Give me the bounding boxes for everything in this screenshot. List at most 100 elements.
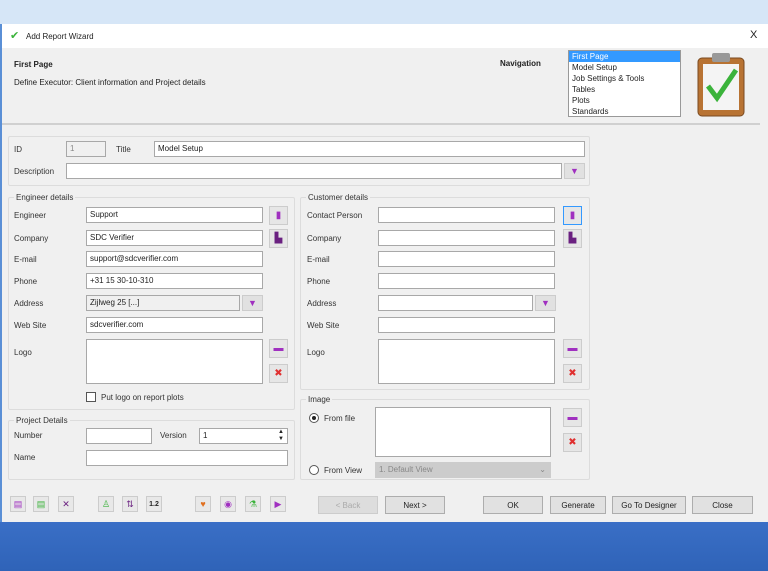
customer-logo-box [378,339,555,384]
nav-item-first-page[interactable]: First Page [569,51,680,62]
description-dropdown-button[interactable]: ▼ [564,163,585,179]
from-file-radio[interactable] [309,413,319,423]
building-icon: ▙ [568,233,577,244]
folder-open-icon: ▬ [567,343,578,354]
select-customer-company-button[interactable]: ▙ [563,229,582,248]
navigation-list[interactable]: First Page Model Setup Job Settings & To… [568,50,681,117]
chevron-down-icon: ▼ [570,166,579,176]
numbering-tool[interactable]: 1.2 [146,496,162,512]
navigation-label: Navigation [500,59,541,68]
put-logo-checkbox[interactable] [86,392,96,402]
title-bar: ✔ Add Report Wizard X [2,24,768,48]
tools-tool[interactable]: ✕ [58,496,74,512]
engineer-email-label: E-mail [14,255,37,264]
view-select-value: 1. Default View [379,465,433,474]
new-report-tool[interactable]: ▤ [10,496,26,512]
user-tool[interactable]: ♙ [98,496,114,512]
back-button[interactable]: < Back [318,496,378,514]
engineer-logo-label: Logo [14,348,32,357]
select-company-button[interactable]: ▙ [269,229,288,248]
close-window-button[interactable]: X [750,29,757,41]
engineer-label: Engineer [14,211,47,220]
window-title: Add Report Wizard [26,32,94,41]
eye-icon: ◉ [224,498,232,509]
go-to-designer-button[interactable]: Go To Designer [612,496,686,514]
engineer-website-input[interactable]: sdcverifier.com [86,317,263,333]
version-label: Version [160,431,187,440]
tools-icon: ✕ [62,498,70,509]
engineer-address-dropdown-button[interactable]: ▼ [242,295,263,311]
delete-customer-logo-button[interactable]: ✖ [563,364,582,383]
customer-address-dropdown-button[interactable]: ▼ [535,295,556,311]
description-input[interactable] [66,163,562,179]
engineer-email-input[interactable]: support@sdcverifier.com [86,251,263,267]
image-label: Image [306,395,333,404]
title-input[interactable]: Model Setup [154,141,585,157]
spinner-arrows-icon[interactable]: ▲ ▼ [278,429,284,443]
nav-item-standards[interactable]: Standards [569,106,680,116]
delete-logo-button[interactable]: ✖ [269,364,288,383]
customer-phone-input[interactable] [378,273,555,289]
name-input[interactable] [86,450,288,466]
flask-icon: ⚗ [248,498,258,509]
view-select: 1. Default View ⌄ [375,462,551,478]
add-page-tool[interactable]: ▤ [33,496,49,512]
from-file-label: From file [324,414,356,423]
from-view-label: From View [324,466,363,475]
generate-button[interactable]: Generate [550,496,606,514]
folder-open-icon: ▬ [567,412,578,423]
engineer-address-label: Address [14,299,44,308]
next-button[interactable]: Next > [385,496,445,514]
from-view-radio[interactable] [309,465,319,475]
engineer-phone-label: Phone [14,277,38,286]
nav-item-model-setup[interactable]: Model Setup [569,62,680,73]
view-tool[interactable]: ◉ [220,496,236,512]
wizard-header: First Page Define Executor: Client infor… [2,48,760,125]
sort-tool[interactable]: ⇅ [122,496,138,512]
number-input[interactable] [86,428,152,444]
version-spinner[interactable]: 1 [199,428,288,444]
building-icon: ▙ [274,233,283,244]
select-contact-button[interactable]: ▮ [563,206,582,225]
image-preview-box [375,407,551,457]
document-add-icon: ▤ [36,498,46,509]
desktop-top-strip [0,0,768,24]
open-image-button[interactable]: ▬ [563,408,582,427]
engineer-website-label: Web Site [14,321,47,330]
bottle-tool[interactable]: ⚗ [245,496,261,512]
customer-website-input[interactable] [378,317,555,333]
delete-icon: ✖ [568,437,577,448]
customer-address-field[interactable] [378,295,533,311]
open-logo-button[interactable]: ▬ [269,339,288,358]
chevron-down-icon: ▼ [541,298,550,308]
nav-item-tables[interactable]: Tables [569,84,680,95]
checkmark-icon: ✔ [10,30,20,42]
contact-person-input[interactable] [378,207,555,223]
shapes-tool[interactable]: ♥ [195,496,211,512]
select-engineer-button[interactable]: ▮ [269,206,288,225]
ok-button[interactable]: OK [483,496,543,514]
clipboard-check-icon [697,53,745,117]
export-tool[interactable]: ▶ [270,496,286,512]
engineer-input[interactable]: Support [86,207,263,223]
engineer-address-field[interactable]: Zijlweg 25 [...] [86,295,240,311]
nav-item-plots[interactable]: Plots [569,95,680,106]
engineer-phone-input[interactable]: +31 15 30-10-310 [86,273,263,289]
numbering-icon: 1.2 [149,500,159,508]
page-title: First Page [14,60,53,69]
folder-open-icon: ▬ [273,343,284,354]
contact-book-icon: ▮ [275,210,282,221]
close-button[interactable]: Close [692,496,753,514]
put-logo-label: Put logo on report plots [101,393,184,402]
nav-item-job-settings[interactable]: Job Settings & Tools [569,73,680,84]
customer-company-label: Company [307,234,342,243]
engineer-company-input[interactable]: SDC Verifier [86,230,263,246]
open-customer-logo-button[interactable]: ▬ [563,339,582,358]
id-field: 1 [66,141,106,157]
delete-image-button[interactable]: ✖ [563,433,582,452]
customer-company-input[interactable] [378,230,555,246]
customer-email-input[interactable] [378,251,555,267]
document-icon: ▤ [13,498,23,509]
customer-website-label: Web Site [307,321,340,330]
contact-book-icon: ▮ [569,210,576,221]
